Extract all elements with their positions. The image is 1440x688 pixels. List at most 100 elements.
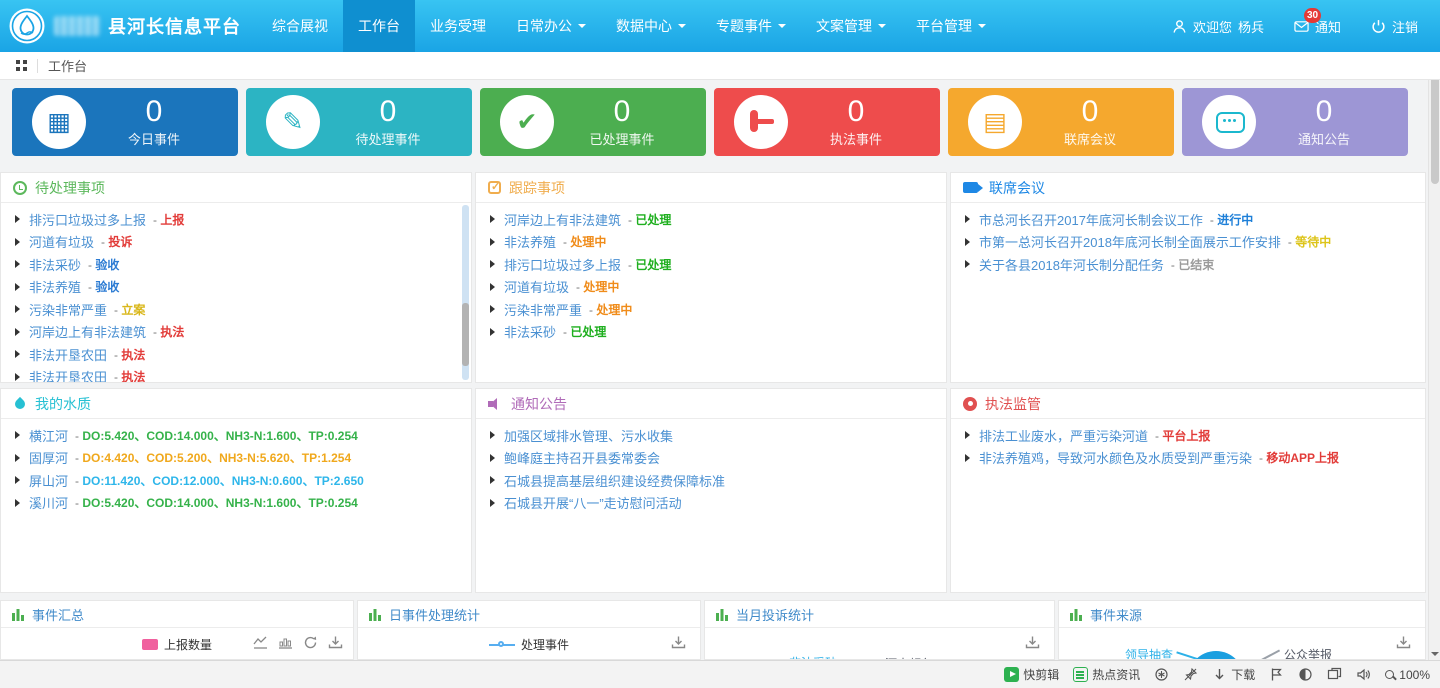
nav-item[interactable]: 业务受理	[415, 0, 501, 52]
list-item[interactable]: 加强区域排水管理、污水收集	[476, 424, 946, 447]
zoom-control[interactable]: 100%	[1385, 668, 1430, 682]
nav-item[interactable]: 综合展视	[257, 0, 343, 52]
caret-right-icon	[490, 260, 495, 268]
list-item[interactable]: 石城县提高基层组织建设经费保障标准	[476, 469, 946, 492]
hot-news-button[interactable]: 热点资讯	[1073, 666, 1140, 683]
list-item[interactable]: 排污口垃圾过多上报 已处理	[476, 253, 946, 276]
list-item[interactable]: 市第一总河长召开2018年底河长制全面展示工作安排 等待中	[951, 231, 1425, 254]
item-link[interactable]: 排污口垃圾过多上报	[29, 210, 146, 229]
nav-item[interactable]: 工作台	[343, 0, 415, 52]
list-item[interactable]: 鲍峰庭主持召开县委常委会	[476, 447, 946, 470]
list-item[interactable]: 非法养殖 验收	[1, 276, 471, 299]
item-link[interactable]: 非法养殖	[504, 232, 556, 251]
river-link[interactable]: 屏山河	[29, 471, 68, 490]
scrollbar-down-button[interactable]	[1429, 647, 1440, 660]
item-link[interactable]: 关于各县2018年河长制分配任务	[979, 255, 1164, 274]
list-item[interactable]: 非法养殖鸡，导致河水颜色及水质受到严重污染 移动APP上报	[951, 447, 1425, 470]
list-item[interactable]: 横江河 DO:5.420、COD:14.000、NH3-N:1.600、TP:0…	[1, 424, 471, 447]
item-link[interactable]: 污染非常严重	[504, 300, 582, 319]
user-menu[interactable]: 欢迎您 杨兵	[1172, 17, 1264, 36]
stat-card[interactable]: 0 联席会议	[948, 88, 1174, 156]
list-item[interactable]: 非法开垦农田 执法	[1, 343, 471, 366]
download-icon[interactable]	[328, 635, 343, 650]
notification-badge: 30	[1304, 8, 1321, 23]
nav-item[interactable]: 专题事件	[701, 0, 801, 52]
item-link[interactable]: 河道有垃圾	[29, 232, 94, 251]
refresh-icon[interactable]	[303, 635, 318, 650]
accelerator-button[interactable]	[1154, 667, 1169, 682]
list-item[interactable]: 市总河长召开2017年底河长制会议工作 进行中	[951, 208, 1425, 231]
river-link[interactable]: 横江河	[29, 426, 68, 445]
bar-chart-toggle-icon[interactable]	[278, 635, 293, 650]
item-link[interactable]: 非法采砂	[504, 322, 556, 341]
item-link[interactable]: 排法工业废水，严重污染河道	[979, 426, 1148, 445]
nav-item[interactable]: 数据中心	[601, 0, 701, 52]
stat-card[interactable]: 0 已处理事件	[480, 88, 706, 156]
quick-clip-button[interactable]: 快剪辑	[1004, 666, 1059, 683]
download-icon[interactable]	[671, 635, 686, 650]
notifications-button[interactable]: 30 通知	[1294, 17, 1341, 36]
stat-card[interactable]: 0 执法事件	[714, 88, 940, 156]
mute-button[interactable]	[1356, 667, 1371, 682]
item-link[interactable]: 非法开垦农田	[29, 367, 107, 383]
list-item[interactable]: 排污口垃圾过多上报 上报	[1, 208, 471, 231]
list-item[interactable]: 非法采砂 验收	[1, 253, 471, 276]
chevron-down-icon	[678, 24, 686, 32]
list-item[interactable]: 河岸边上有非法建筑 已处理	[476, 208, 946, 231]
list-item[interactable]: 关于各县2018年河长制分配任务 已结束	[951, 253, 1425, 276]
item-link[interactable]: 污染非常严重	[29, 300, 107, 319]
split-screen-button[interactable]	[1327, 667, 1342, 682]
flag-button[interactable]	[1269, 667, 1284, 682]
item-link[interactable]: 市第一总河长召开2018年底河长制全面展示工作安排	[979, 232, 1281, 251]
item-link[interactable]: 鲍峰庭主持召开县委常委会	[504, 448, 660, 467]
river-link[interactable]: 固厚河	[29, 448, 68, 467]
item-link[interactable]: 市总河长召开2017年底河长制会议工作	[979, 210, 1203, 229]
list-item[interactable]: 河道有垃圾 处理中	[476, 276, 946, 299]
item-link[interactable]: 石城县开展“八一”走访慰问活动	[504, 493, 682, 512]
item-link[interactable]: 河岸边上有非法建筑	[29, 322, 146, 341]
list-item[interactable]: 河岸边上有非法建筑 执法	[1, 321, 471, 344]
nav-item[interactable]: 文案管理	[801, 0, 901, 52]
item-link[interactable]: 非法养殖	[29, 277, 81, 296]
panel-scrollbar-thumb[interactable]	[462, 303, 469, 366]
item-link[interactable]: 河道有垃圾	[504, 277, 569, 296]
list-item[interactable]: 污染非常严重 处理中	[476, 298, 946, 321]
item-link[interactable]: 非法采砂	[29, 255, 81, 274]
page-scrollbar[interactable]	[1428, 52, 1440, 660]
panel-scrollbar[interactable]	[462, 205, 469, 380]
item-link[interactable]: 非法养殖鸡，导致河水颜色及水质受到严重污染	[979, 448, 1252, 467]
caret-right-icon	[490, 283, 495, 291]
stat-card[interactable]: 0 待处理事件	[246, 88, 472, 156]
list-item[interactable]: 固厚河 DO:4.420、COD:5.200、NH3-N:5.620、TP:1.…	[1, 447, 471, 470]
line-chart-toggle-icon[interactable]	[253, 635, 268, 650]
download-icon[interactable]	[1396, 635, 1411, 650]
list-item[interactable]: 排法工业废水，严重污染河道 平台上报	[951, 424, 1425, 447]
list-item[interactable]: 非法开垦农田 执法	[1, 366, 471, 384]
item-link[interactable]: 石城县提高基层组织建设经费保障标准	[504, 471, 725, 490]
chart-daily-legend[interactable]: 处理事件	[358, 636, 700, 653]
list-item[interactable]: 非法养殖 处理中	[476, 231, 946, 254]
item-link[interactable]: 非法开垦农田	[29, 345, 107, 364]
list-item[interactable]: 污染非常严重 立案	[1, 298, 471, 321]
list-item[interactable]: 河道有垃圾 投诉	[1, 231, 471, 254]
nav-item[interactable]: 平台管理	[901, 0, 1001, 52]
nav-item[interactable]: 日常办公	[501, 0, 601, 52]
item-link[interactable]: 排污口垃圾过多上报	[504, 255, 621, 274]
pin-toggle-button[interactable]	[1183, 667, 1198, 682]
list-item[interactable]: 屏山河 DO:11.420、COD:12.000、NH3-N:0.600、TP:…	[1, 469, 471, 492]
river-link[interactable]: 溪川河	[29, 493, 68, 512]
stat-card-label: 今日事件	[128, 129, 180, 148]
download-button[interactable]: 下载	[1212, 666, 1255, 683]
list-item[interactable]: 石城县开展“八一”走访慰问活动	[476, 492, 946, 515]
logout-button[interactable]: 注销	[1371, 17, 1418, 36]
mode-button[interactable]	[1298, 667, 1313, 682]
stat-card[interactable]: 0 通知公告	[1182, 88, 1408, 156]
grid-toggle-icon[interactable]	[16, 60, 27, 71]
caret-right-icon	[490, 238, 495, 246]
stat-card[interactable]: 0 今日事件	[12, 88, 238, 156]
item-link[interactable]: 加强区域排水管理、污水收集	[504, 426, 673, 445]
item-link[interactable]: 河岸边上有非法建筑	[504, 210, 621, 229]
list-item[interactable]: 溪川河 DO:5.420、COD:14.000、NH3-N:1.600、TP:0…	[1, 492, 471, 515]
download-icon[interactable]	[1025, 635, 1040, 650]
list-item[interactable]: 非法采砂 已处理	[476, 321, 946, 344]
